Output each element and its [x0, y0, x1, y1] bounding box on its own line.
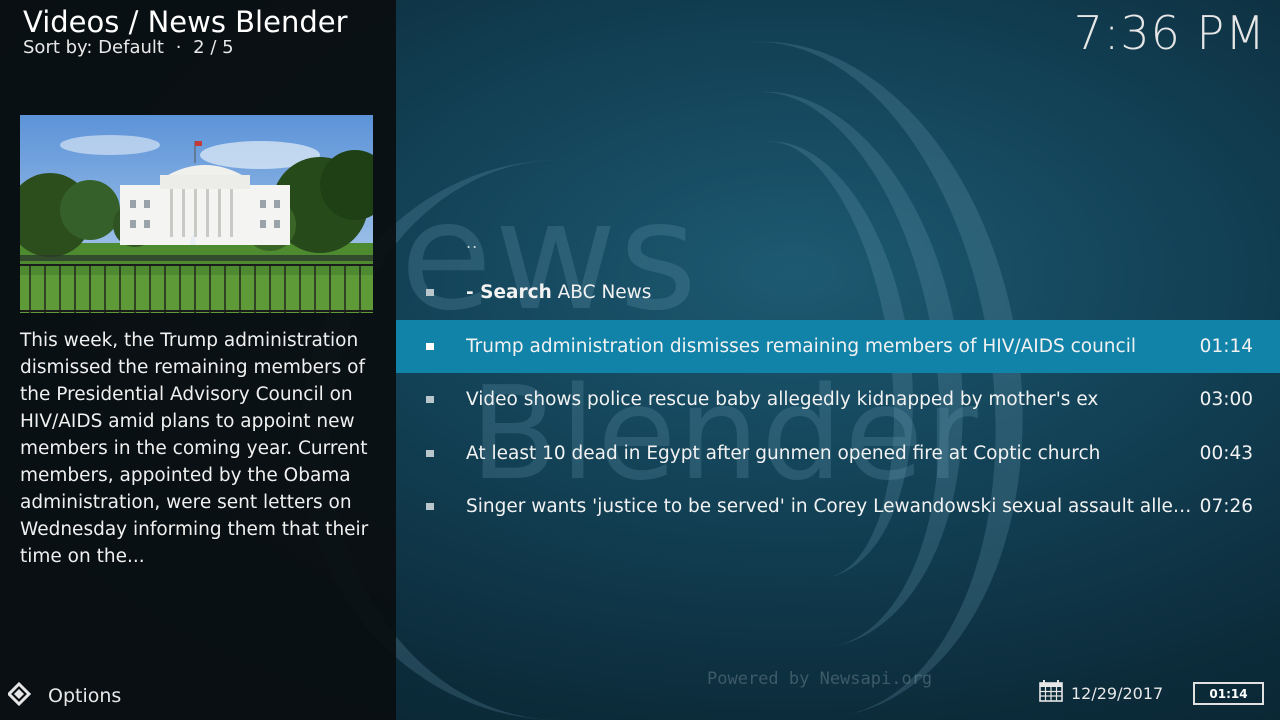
search-label: - Search ABC News [466, 282, 1196, 303]
date-display: 12/29/2017 [1039, 680, 1163, 706]
search-prefix: - Search [466, 282, 552, 304]
info-panel: Videos / News Blender Sort by: Default ·… [0, 0, 396, 720]
list-item-duration: 00:43 [1199, 442, 1253, 464]
parent-folder-item[interactable]: .. [396, 219, 1280, 266]
list-item-title: Video shows police rescue baby allegedly… [466, 389, 1099, 411]
clock: 7:36 PM [1073, 6, 1266, 60]
bullet-icon [426, 342, 434, 350]
date-text: 12/29/2017 [1071, 683, 1164, 703]
plot-description: This week, the Trump administration dism… [20, 330, 369, 567]
options-button[interactable]: Options [6, 681, 122, 710]
search-item[interactable]: - Search ABC News [396, 266, 1280, 320]
list-item-duration: 03:00 [1199, 389, 1253, 411]
separator: · [175, 37, 182, 58]
sort-label: Sort by: Default [23, 37, 164, 58]
powered-by-label: Powered by Newsapi.org [707, 669, 933, 689]
calendar-icon [1039, 680, 1063, 706]
options-diamond-icon [6, 681, 34, 710]
page-title: Videos / News Blender [23, 5, 348, 39]
list-item[interactable]: Video shows police rescue baby allegedly… [396, 373, 1280, 427]
video-thumbnail [20, 115, 373, 313]
list-item-duration: 01:14 [1199, 335, 1253, 357]
list-item[interactable]: Trump administration dismisses remaining… [396, 319, 1280, 373]
bullet-icon [426, 396, 434, 404]
bullet-icon [426, 503, 434, 511]
video-list: .. - Search ABC News Trump administratio… [396, 219, 1280, 534]
item-position: 2 / 5 [193, 37, 234, 58]
list-item[interactable]: At least 10 dead in Egypt after gunmen o… [396, 427, 1280, 481]
list-item-title: At least 10 dead in Egypt after gunmen o… [466, 442, 1101, 464]
bullet-icon [426, 289, 434, 297]
search-source: ABC News [557, 282, 652, 304]
bullet-icon [426, 449, 434, 457]
list-item-duration: 07:26 [1199, 496, 1253, 518]
parent-folder-label: .. [466, 233, 479, 252]
list-item[interactable]: Singer wants 'justice to be served' in C… [396, 480, 1280, 534]
list-item-title: Singer wants 'justice to be served' in C… [466, 496, 1196, 518]
options-label: Options [48, 685, 122, 707]
selected-duration-badge: 01:14 [1193, 682, 1264, 705]
list-item-title: Trump administration dismisses remaining… [466, 335, 1136, 357]
sort-info[interactable]: Sort by: Default · 2 / 5 [23, 37, 234, 58]
